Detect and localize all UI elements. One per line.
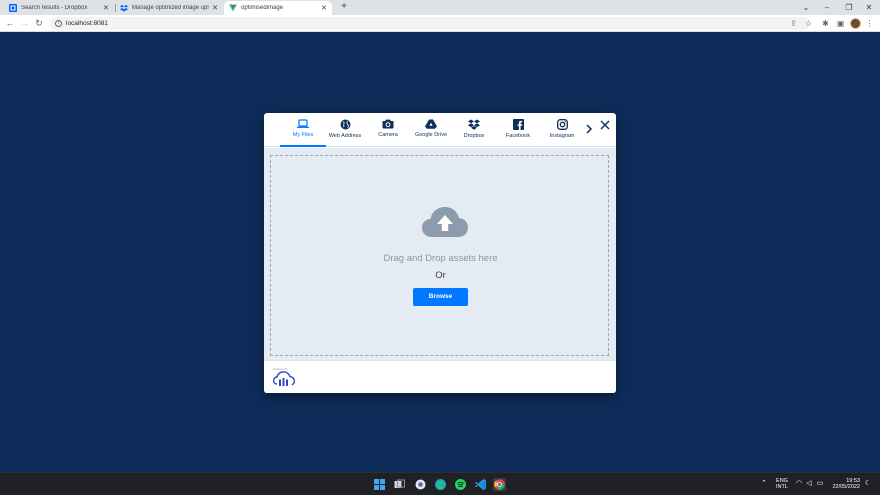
extensions-puzzle-icon[interactable]: ✱: [820, 18, 831, 29]
source-tabs: My Files Web Address Camera Google Drive…: [264, 113, 616, 147]
source-tab-facebook[interactable]: Facebook: [495, 117, 541, 147]
bookmark-star-icon[interactable]: ☆: [803, 18, 814, 29]
laptop-icon: [297, 119, 309, 128]
dropbox-icon: [468, 119, 480, 130]
source-tab-google-drive[interactable]: Google Drive: [408, 117, 454, 147]
language-indicator[interactable]: ENG INTL: [774, 478, 790, 490]
drag-drop-text: Drag and Drop assets here: [383, 253, 498, 264]
tab-optimisedimage[interactable]: optimisedimage ✕: [224, 1, 332, 15]
tab-manage-images[interactable]: Manage optimized image uploa ✕: [115, 1, 223, 15]
source-tab-label: My Files: [292, 132, 314, 138]
cloudinary-logo-icon[interactable]: [273, 371, 295, 387]
source-tab-label: Web Address: [328, 133, 362, 139]
source-tab-instagram[interactable]: Instagram: [539, 117, 585, 147]
source-tab-label: Dropbox: [463, 133, 485, 139]
notifications-icon[interactable]: ☾: [864, 480, 872, 488]
edge-browser-icon[interactable]: [434, 478, 447, 491]
share-icon[interactable]: ⇪: [788, 18, 799, 29]
volume-icon[interactable]: ◁: [805, 480, 813, 488]
facebook-icon: [512, 119, 524, 130]
drop-area: Drag and Drop assets here Or Browse: [264, 148, 616, 360]
cloud-upload-icon: [422, 207, 468, 237]
source-tab-label: Camera: [378, 132, 398, 138]
widget-footer: powered by: [264, 360, 616, 393]
vue-favicon-icon: [229, 4, 237, 12]
source-tab-label: Instagram: [549, 133, 575, 139]
vscode-icon[interactable]: [474, 478, 487, 491]
show-hidden-icons-chevron-icon[interactable]: ⌃: [760, 480, 768, 488]
reload-icon[interactable]: ↻: [33, 17, 45, 29]
dropzone[interactable]: Drag and Drop assets here Or Browse: [270, 155, 609, 356]
minimize-icon[interactable]: –: [816, 0, 838, 15]
spotify-icon[interactable]: [454, 478, 467, 491]
tab-close-icon[interactable]: ✕: [212, 4, 218, 12]
camera-icon: [382, 119, 394, 129]
source-tab-camera[interactable]: Camera: [365, 117, 411, 147]
browse-button[interactable]: Browse: [413, 288, 468, 306]
chat-icon[interactable]: [414, 478, 427, 491]
keyboard-layout-text: INTL: [776, 484, 788, 490]
source-tab-my-files[interactable]: My Files: [280, 117, 326, 147]
side-panel-icon[interactable]: ▣: [835, 18, 846, 29]
globe-icon: [340, 119, 350, 130]
window-close-icon[interactable]: ✕: [858, 0, 880, 15]
chevron-right-icon[interactable]: [584, 123, 594, 135]
site-info-icon[interactable]: i: [55, 20, 62, 27]
tab-title: optimisedimage: [241, 5, 284, 11]
forward-arrow-icon[interactable]: →: [19, 17, 31, 29]
windows-taskbar: ⌃ ENG INTL ◠ ◁ ▭ 19:53 22/05/2022 ☾: [0, 472, 880, 495]
instagram-icon: [556, 119, 568, 130]
close-icon[interactable]: [599, 119, 611, 131]
restore-icon[interactable]: ❐: [838, 0, 860, 15]
tab-title: Search results - Dropbox: [21, 5, 88, 11]
source-tab-dropbox[interactable]: Dropbox: [451, 117, 497, 147]
task-view-icon[interactable]: [393, 478, 406, 491]
tab-close-icon[interactable]: ✕: [321, 4, 327, 12]
browser-tab-strip: Search results - Dropbox ✕ Manage optimi…: [0, 0, 880, 15]
back-arrow-icon[interactable]: ←: [4, 17, 16, 29]
clock[interactable]: 19:53 22/05/2022: [816, 478, 860, 490]
new-tab-button[interactable]: +: [338, 1, 350, 13]
wifi-icon[interactable]: ◠: [795, 480, 803, 488]
chrome-taskbar-icon[interactable]: [493, 478, 506, 491]
address-bar-url: localhost:8081: [66, 20, 108, 27]
tab-dropbox-search[interactable]: Search results - Dropbox ✕: [4, 1, 114, 15]
address-bar[interactable]: i localhost:8081: [50, 17, 810, 30]
clock-date: 22/05/2022: [832, 484, 860, 490]
profile-avatar[interactable]: [850, 18, 861, 29]
tab-title: Manage optimized image uploa: [132, 5, 210, 11]
google-drive-icon: [425, 119, 437, 129]
source-tab-label: Google Drive: [414, 132, 448, 138]
tab-search-icon[interactable]: ⌄: [795, 0, 817, 15]
dropbox-favicon-icon: [120, 4, 128, 12]
tab-close-icon[interactable]: ✕: [103, 4, 109, 12]
source-tab-web-address[interactable]: Web Address: [322, 117, 368, 147]
browser-toolbar: ← → ↻ i localhost:8081 ⇪ ☆ ✱ ▣ ⋮: [0, 15, 880, 32]
source-tab-label: Facebook: [505, 133, 531, 139]
upload-widget-modal: My Files Web Address Camera Google Drive…: [264, 113, 616, 393]
chrome-menu-icon[interactable]: ⋮: [864, 18, 875, 29]
or-separator-text: Or: [435, 270, 446, 281]
dropbox-search-favicon-icon: [9, 4, 17, 12]
windows-start-icon[interactable]: [373, 478, 386, 491]
